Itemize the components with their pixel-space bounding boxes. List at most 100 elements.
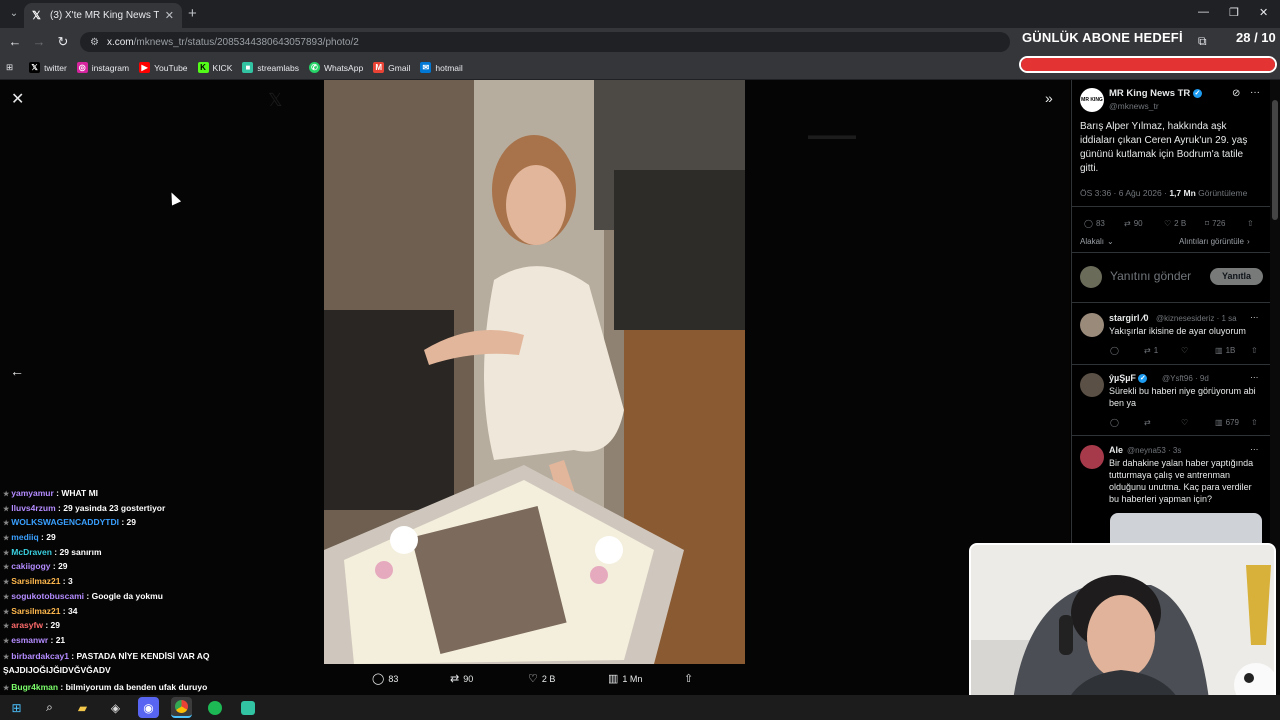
tab-close-icon[interactable]: ✕: [165, 9, 174, 22]
author-name[interactable]: MR King News TR ✓: [1109, 88, 1202, 99]
x-logo-icon: 𝕏: [32, 9, 41, 22]
close-icon[interactable]: ✕: [1259, 6, 1268, 19]
discord-icon[interactable]: ◉: [138, 697, 159, 718]
reply-avatar[interactable]: [1080, 445, 1104, 469]
tweet-bookmark-stat[interactable]: ⌑ 726: [1205, 219, 1225, 228]
chat-username[interactable]: Sarsilmaz21: [11, 606, 60, 616]
spotify-icon[interactable]: [204, 697, 225, 718]
reply-views-stat[interactable]: ▥ 679: [1215, 418, 1239, 427]
reply-author[interactable]: stargirl ⁄0: [1109, 313, 1149, 323]
chat-username[interactable]: esmanwr: [11, 635, 48, 645]
streamlabs-icon[interactable]: [237, 697, 258, 718]
more-options-icon[interactable]: ···: [1250, 372, 1259, 382]
sort-label: Alakalı: [1080, 237, 1105, 246]
author-avatar[interactable]: MR KING: [1080, 88, 1104, 112]
sort-relevant-dropdown[interactable]: Alakalı ⌄: [1080, 237, 1114, 246]
tweet-time[interactable]: ÖS 3:36 · 6 Ağu 2026 ·: [1080, 188, 1167, 198]
share-action[interactable]: ⇧: [684, 672, 693, 685]
reply-handle[interactable]: @neyna53 · 3s: [1127, 446, 1181, 455]
restore-icon[interactable]: ❐: [1229, 6, 1239, 19]
close-viewer-icon[interactable]: ✕: [11, 89, 24, 109]
forward-icon[interactable]: →: [31, 34, 47, 49]
extensions-icon[interactable]: ⧉: [1198, 34, 1207, 49]
reply-repost-stat[interactable]: ⇄ 1: [1144, 346, 1158, 355]
more-options-icon[interactable]: ···: [1250, 312, 1259, 322]
reply-like-icon[interactable]: ♡: [1181, 418, 1188, 427]
apps-grid-icon[interactable]: ⊞: [6, 62, 13, 73]
reply-repost-icon[interactable]: ⇄: [1144, 418, 1151, 427]
reply-reply-icon[interactable]: ◯: [1110, 346, 1119, 355]
app-icon[interactable]: ◈: [105, 697, 126, 718]
kick-icon: K: [197, 62, 209, 73]
expand-panel-icon[interactable]: »: [1045, 90, 1053, 106]
more-options-icon[interactable]: ···: [1250, 444, 1259, 454]
reply-action[interactable]: ◯ 83: [372, 672, 398, 685]
tweet-photo[interactable]: [324, 80, 745, 664]
scrollbar-thumb[interactable]: [1272, 100, 1278, 220]
reply-reply-icon[interactable]: ◯: [1110, 418, 1119, 427]
tweet-reply-stat[interactable]: ◯ 83: [1084, 219, 1105, 228]
reply-avatar[interactable]: [1080, 313, 1104, 337]
like-action[interactable]: ♡ 2 B: [528, 672, 555, 685]
streamer-webcam: [969, 543, 1276, 716]
chat-username[interactable]: mediiq: [11, 532, 38, 542]
more-options-icon[interactable]: ···: [1250, 87, 1260, 98]
view-quotes-link[interactable]: Alıntıları görüntüle ›: [1179, 237, 1250, 246]
chrome-icon[interactable]: [171, 697, 192, 718]
reply-submit-button[interactable]: Yanıtla: [1210, 268, 1263, 285]
previous-photo-icon[interactable]: ←: [10, 363, 24, 379]
reply-author[interactable]: ŷµŞµF ✓: [1109, 373, 1148, 384]
chat-username[interactable]: Bugr4kman: [11, 682, 58, 692]
reply-text: Sürekli bu haberi niye görüyorum abi ben…: [1109, 386, 1256, 408]
tweet-share-stat[interactable]: ⇧: [1247, 219, 1254, 228]
reply-input[interactable]: Yanıtını gönder: [1110, 269, 1191, 283]
chat-username[interactable]: sogukotobuscami: [11, 591, 84, 601]
reply-share-icon[interactable]: ⇧: [1251, 346, 1258, 355]
chat-username[interactable]: arasyfw: [11, 620, 43, 630]
browser-tab-active[interactable]: 𝕏 (3) X'te MR King News TR: "Barı ✕: [24, 3, 182, 28]
bookmark-instagram[interactable]: ◎ instagram: [76, 62, 129, 73]
viewer-avatar[interactable]: [1080, 266, 1102, 288]
repost-action[interactable]: ⇄ 90: [450, 672, 473, 685]
chat-message: ★ Bugr4kman : bilmiyorum da benden ufak d…: [0, 679, 300, 696]
author-handle[interactable]: @mknews_tr: [1109, 101, 1159, 111]
bookmark-hotmail[interactable]: ✉ hotmail: [420, 62, 463, 73]
bookmark-twitter[interactable]: 𝕏twitter: [29, 62, 67, 73]
grok-icon[interactable]: ⊘: [1232, 88, 1240, 99]
bookmark-youtube[interactable]: ▶ YouTube: [139, 62, 188, 73]
bookmark-kick[interactable]: K KICK: [197, 62, 232, 73]
reply-like-icon[interactable]: ♡: [1181, 346, 1188, 355]
reply-views-stat[interactable]: ▥ 1B: [1215, 346, 1235, 355]
minimize-icon[interactable]: —: [1198, 6, 1209, 18]
search-icon[interactable]: ⌕: [39, 697, 60, 718]
chat-username[interactable]: McDraven: [11, 547, 52, 557]
chat-username[interactable]: yamyamur: [11, 488, 54, 498]
bookmark-label: hotmail: [435, 62, 463, 73]
chat-username[interactable]: birbardakcay1: [11, 651, 69, 661]
back-icon[interactable]: ←: [7, 34, 23, 49]
chat-message: ★ birbardakcay1 : PASTADA NİYE KENDİSİ VA…: [0, 648, 300, 679]
bookmark-streamlabs[interactable]: ■ streamlabs: [242, 62, 299, 73]
tweet-like-stat[interactable]: ♡ 2 B: [1164, 219, 1186, 228]
reply-handle[interactable]: @Ysft96 · 9d: [1162, 374, 1209, 383]
chat-username[interactable]: lluvs4rzum: [11, 503, 55, 513]
reply-author[interactable]: Ale: [1109, 445, 1123, 455]
reload-icon[interactable]: ↻: [55, 34, 71, 50]
windows-start-icon[interactable]: ⊞: [6, 697, 27, 718]
omnibox[interactable]: ⚙ x.com/mknews_tr/status/208534438064305…: [80, 32, 1010, 52]
chat-username[interactable]: Sarsilmaz21: [11, 576, 60, 586]
file-explorer-icon[interactable]: ▰: [72, 697, 93, 718]
bookmark-whatsapp[interactable]: ✆ WhatsApp: [308, 62, 363, 73]
new-tab-icon[interactable]: +: [188, 5, 197, 22]
reply-handle[interactable]: @kiznesesideriz · 1 sa: [1156, 314, 1237, 323]
reply-avatar[interactable]: [1080, 373, 1104, 397]
bookmark-gmail[interactable]: M Gmail: [373, 62, 410, 73]
site-info-icon[interactable]: ⚙: [90, 37, 99, 48]
chat-username[interactable]: cakiigogy: [11, 561, 50, 571]
subscriber-goal-title: GÜNLÜK ABONE HEDEFİ: [1022, 30, 1183, 45]
reply-share-icon[interactable]: ⇧: [1251, 418, 1258, 427]
tweet-repost-stat[interactable]: ⇄ 90: [1124, 219, 1143, 228]
chat-username[interactable]: WOLKSWAGENCADDYTDI: [11, 517, 119, 527]
views-action[interactable]: ▥ 1 Mn: [608, 672, 642, 685]
tab-search-dropdown-icon[interactable]: ⌄: [6, 6, 22, 22]
